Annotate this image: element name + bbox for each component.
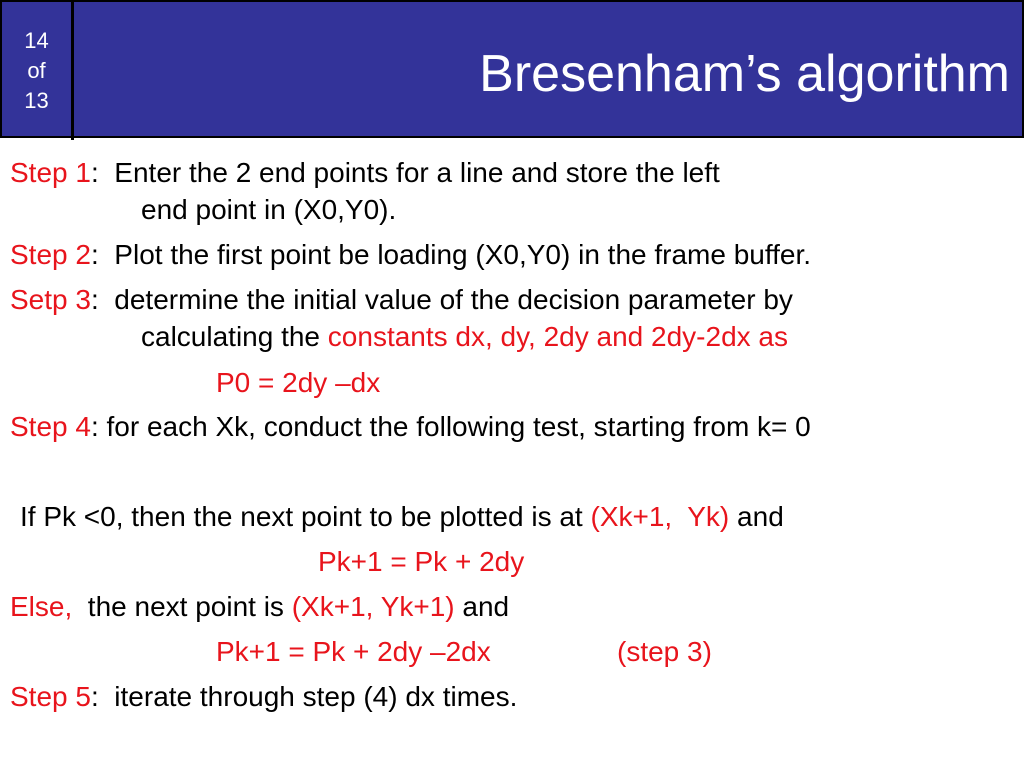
step3-cont-plain: calculating the — [141, 321, 328, 352]
step3-continuation: calculating the constants dx, dy, 2dy an… — [141, 320, 788, 354]
if-formula: Pk+1 = Pk + 2dy — [318, 546, 525, 577]
step4-label: Step 4 — [10, 411, 91, 442]
slide-title: Bresenham’s algorithm — [479, 45, 1010, 103]
p0-formula: P0 = 2dy –dx — [216, 367, 381, 398]
step5-text: : iterate through step (4) dx times. — [90, 681, 518, 712]
step2-line: Step 2: Plot the first point be loading … — [10, 238, 811, 272]
else-formula: Pk+1 = Pk + 2dy –2dx — [216, 636, 491, 667]
step3-line: Setp 3: determine the initial value of t… — [10, 283, 793, 317]
page-of: of — [27, 58, 46, 83]
else-and: and — [454, 591, 510, 622]
else-line: Else, the next point is (Xk+1, Yk+1) and — [10, 590, 509, 624]
if-text: If Pk <0, then the next point to be plot… — [20, 501, 591, 532]
step3-cont-red: constants dx, dy, 2dy and 2dy-2dx as — [327, 321, 788, 352]
step3-text: : determine the initial value of the dec… — [90, 284, 793, 315]
if-point: (Xk+1, Yk) — [590, 501, 730, 532]
step3-label: Setp 3 — [10, 284, 91, 315]
else-step-ref: (step 3) — [617, 636, 712, 667]
if-and: and — [729, 501, 784, 532]
step1-continuation: end point in (X0,Y0). — [141, 194, 397, 225]
page-number: 14 — [24, 28, 49, 53]
else-point: (Xk+1, Yk+1) — [291, 591, 455, 622]
if-line: If Pk <0, then the next point to be plot… — [20, 500, 784, 534]
slide-header: 14 of 13 Bresenham’s algorithm — [0, 0, 1024, 140]
step5-line: Step 5: iterate through step (4) dx time… — [10, 680, 517, 714]
step5-label: Step 5 — [10, 681, 91, 712]
page-indicator: 14 of 13 — [2, 2, 74, 140]
page-total: 13 — [24, 88, 49, 113]
step4-text: : for each Xk, conduct the following tes… — [90, 411, 811, 442]
step1-line: Step 1: Enter the 2 end points for a lin… — [10, 156, 720, 190]
step2-label: Step 2 — [10, 239, 91, 270]
step1-text: : Enter the 2 end points for a line and … — [90, 157, 720, 188]
else-text: the next point is — [72, 591, 292, 622]
step4-line: Step 4: for each Xk, conduct the followi… — [10, 410, 811, 444]
step2-text: : Plot the first point be loading (X0,Y0… — [90, 239, 812, 270]
else-label: Else, — [10, 591, 73, 622]
step1-label: Step 1 — [10, 157, 91, 188]
